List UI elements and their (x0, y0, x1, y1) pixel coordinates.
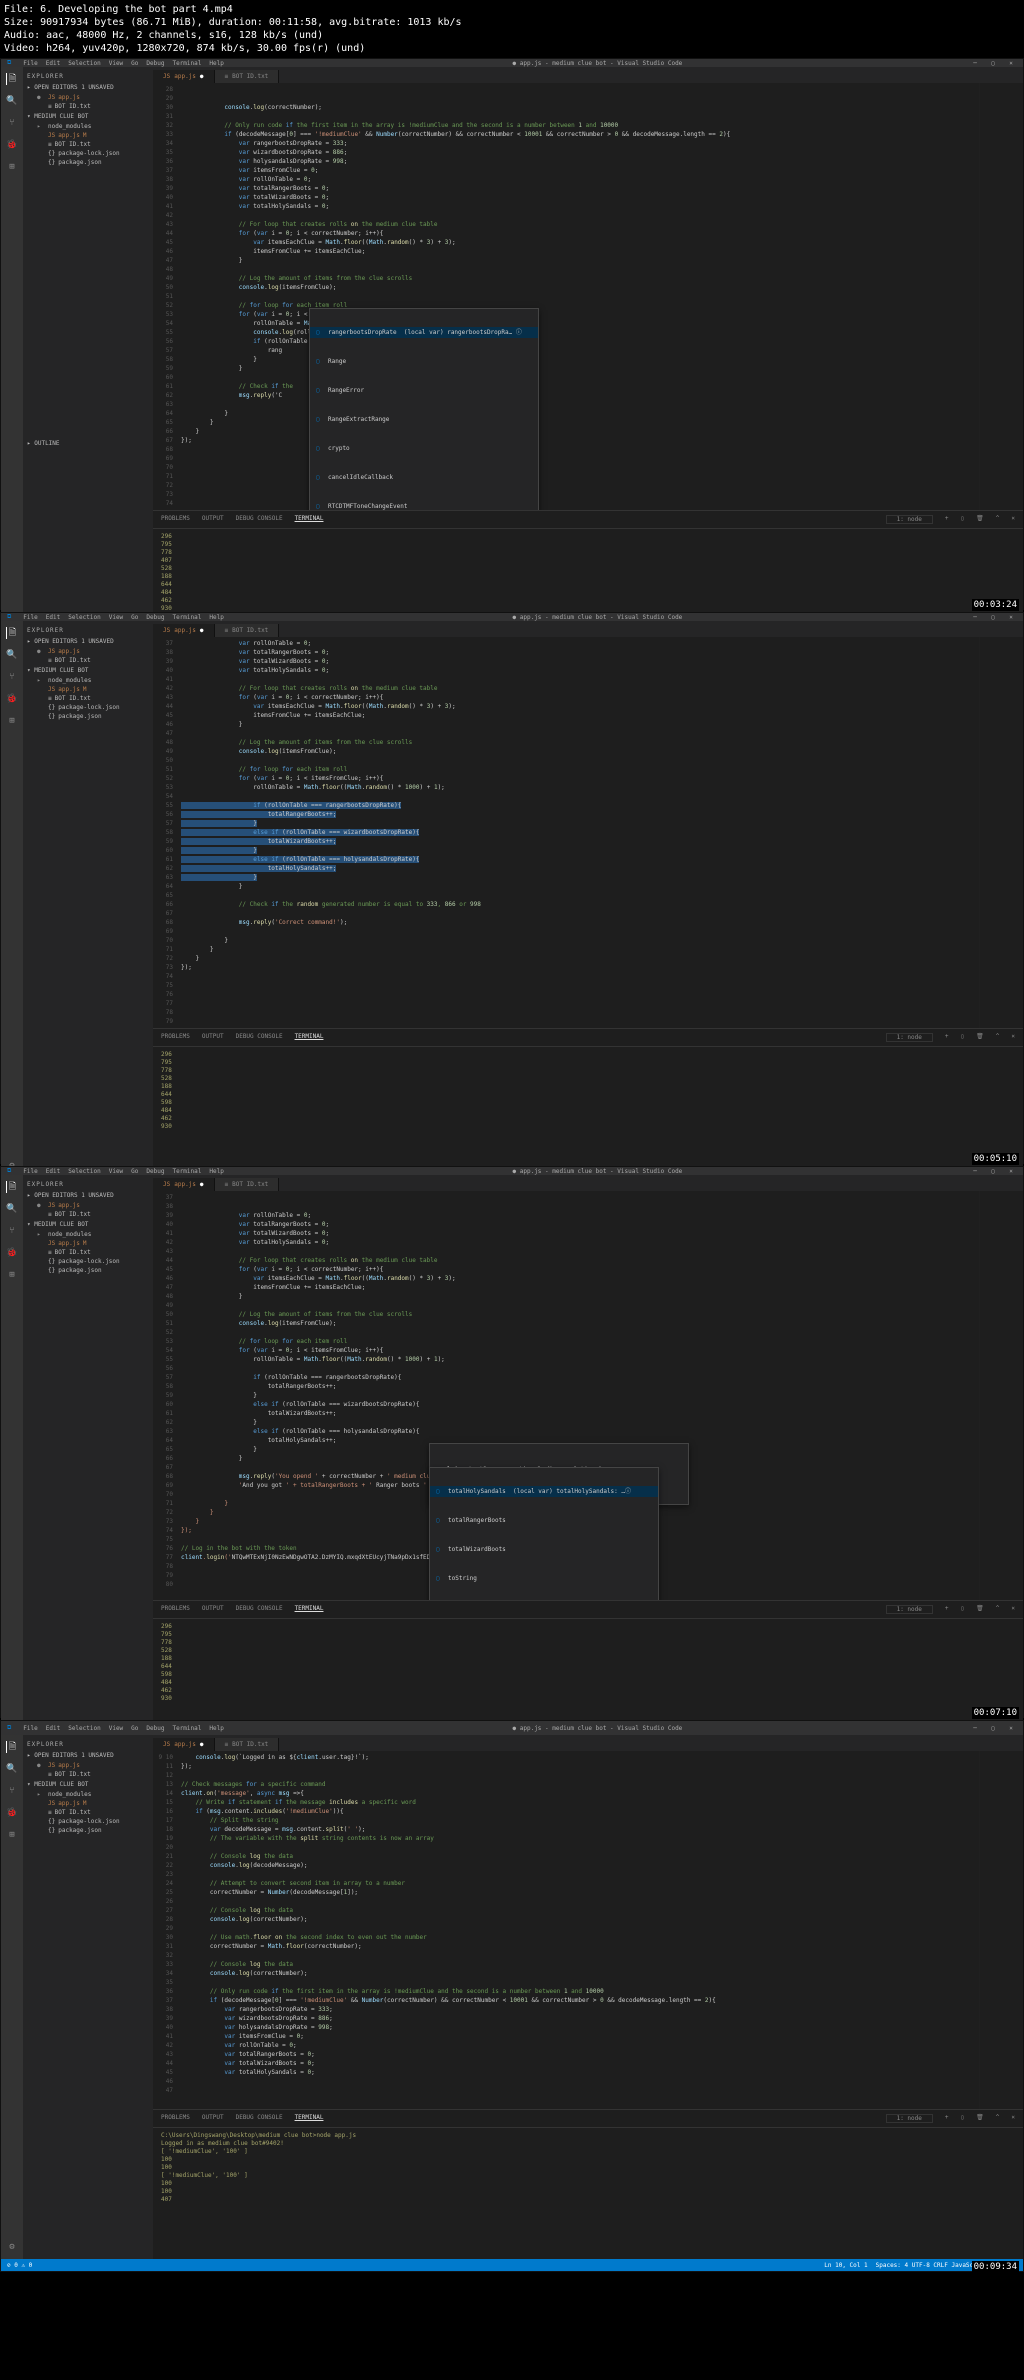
explorer-icon[interactable]: 🗎 (6, 73, 18, 85)
close-panel-icon[interactable]: × (1011, 515, 1015, 524)
activity-bar: 🗎 🔍 ⑂ 🐞 ⊞ ⚙ (1, 67, 23, 660)
autocomplete-item[interactable]: ▢Range (310, 356, 538, 367)
panel-terminal[interactable]: TERMINAL (295, 515, 324, 524)
autocomplete-item[interactable]: ▢rangerbootsDropRate (local var) rangerb… (310, 327, 538, 338)
kill-terminal-icon[interactable]: 🗑 (976, 515, 984, 524)
timestamp: 00:09:34 (972, 2261, 1019, 2273)
code-editor[interactable]: 37 38 39 40 41 42 43 44 45 46 47 48 49 5… (153, 637, 1023, 1028)
menu-edit[interactable]: Edit (46, 60, 60, 67)
maximize-button[interactable]: ▢ (989, 60, 997, 67)
extensions-icon[interactable]: ⊞ (6, 1269, 18, 1281)
explorer-icon[interactable]: 🗎 (6, 627, 18, 639)
autocomplete-item[interactable]: ▢RangeError (310, 385, 538, 396)
panel-debug[interactable]: DEBUG CONSOLE (236, 515, 283, 524)
meta-block: File: 6. Developing the bot part 4.mp4 S… (0, 0, 1024, 58)
source-control-icon[interactable]: ⑂ (6, 117, 18, 129)
explorer-icon[interactable]: 🗎 (6, 1181, 18, 1193)
extensions-icon[interactable]: ⊞ (6, 1829, 18, 1841)
source-control-icon[interactable]: ⑂ (6, 1225, 18, 1237)
tab-botid[interactable]: ≡ BOT ID.txt (215, 70, 280, 83)
minimize-button[interactable]: ─ (971, 60, 979, 67)
timestamp: 00:03:24 (972, 599, 1019, 611)
source-control-icon[interactable]: ⑂ (6, 1785, 18, 1797)
menu-view[interactable]: View (109, 60, 123, 67)
timestamp: 00:05:10 (972, 1153, 1019, 1165)
menu-file[interactable]: File (23, 60, 37, 67)
editor-group: JS app.js ● ≡ BOT ID.txt 28 29 30 31 32 … (153, 67, 1023, 660)
autocomplete-item[interactable]: ▢totalHolySandals (local var) totalHolyS… (430, 1486, 658, 1497)
js-icon: JS (48, 94, 55, 101)
minimap[interactable] (979, 1191, 1023, 1600)
minimap[interactable] (979, 637, 1023, 1028)
code-editor[interactable]: 37 38 39 40 41 42 43 44 45 46 47 48 49 5… (153, 1191, 1023, 1600)
debug-icon[interactable]: 🐞 (6, 139, 18, 151)
gutter: 28 29 30 31 32 33 34 35 36 37 38 39 40 4… (153, 83, 179, 510)
explorer-icon[interactable]: 🗎 (6, 1741, 18, 1753)
panel-problems[interactable]: PROBLEMS (161, 515, 190, 524)
menu-go[interactable]: Go (131, 60, 138, 67)
autocomplete-item[interactable]: ▢RTCDTMFToneChangeEvent (310, 501, 538, 510)
file-appjs[interactable]: JS app.js M (27, 131, 149, 140)
code-lines[interactable]: console.log(correctNumber); // Only run … (179, 83, 979, 510)
search-icon[interactable]: 🔍 (6, 95, 18, 107)
menu-terminal[interactable]: Terminal (172, 60, 201, 67)
file-package-json[interactable]: {} package.json (27, 158, 149, 167)
menubar: File Edit Selection View Go Debug Termin… (17, 60, 224, 67)
window-title: ● app.js - medium clue bot - Visual Stud… (224, 60, 971, 67)
open-editor-appjs[interactable]: ●JS app.js (27, 93, 149, 102)
vscode-window-2: ⧉ FileEditSelectionViewGoDebugTerminalHe… (0, 612, 1024, 1164)
minimap[interactable] (979, 83, 1023, 510)
intellisense-popup[interactable]: ▢totalHolySandals (local var) totalHolyS… (429, 1467, 659, 1600)
debug-icon[interactable]: 🐞 (6, 1247, 18, 1259)
timestamp: 00:07:10 (972, 1707, 1019, 1719)
text-icon: ≡ (48, 103, 52, 110)
menu-selection[interactable]: Selection (68, 60, 101, 67)
folder-section[interactable]: ▾ MEDIUM CLUE BOT (27, 111, 149, 122)
outline-section[interactable]: ▸ OUTLINE (27, 438, 60, 449)
terminal-output[interactable]: C:\Users\Dingswang\Desktop\medium clue b… (153, 2128, 1023, 2259)
extensions-icon[interactable]: ⊞ (6, 161, 18, 173)
search-icon[interactable]: 🔍 (6, 649, 18, 661)
menu-debug[interactable]: Debug (146, 60, 164, 67)
file-botid[interactable]: ≡ BOT ID.txt (27, 140, 149, 149)
open-editor-botid[interactable]: ≡ BOT ID.txt (27, 102, 149, 111)
titlebar: ⧉ File Edit Selection View Go Debug Term… (1, 59, 1023, 67)
autocomplete-item[interactable]: ▢crypto (310, 443, 538, 454)
open-editors-section[interactable]: ▸ OPEN EDITORS 1 UNSAVED (27, 82, 149, 93)
menu-help[interactable]: Help (209, 60, 223, 67)
tab-appjs[interactable]: JS app.js ● (153, 70, 215, 83)
sidebar: EXPLORER ▸ OPEN EDITORS 1 UNSAVED ●JS ap… (23, 67, 153, 660)
terminal-output[interactable]: 296 795 778 528 188 644 598 484 462 930 (153, 1047, 1023, 1178)
menu-file[interactable]: File (23, 614, 37, 621)
source-control-icon[interactable]: ⑂ (6, 671, 18, 683)
file-package-lock[interactable]: {} package-lock.json (27, 149, 149, 158)
new-terminal-icon[interactable]: + (945, 515, 949, 524)
explorer-header: EXPLORER (27, 71, 149, 82)
search-icon[interactable]: 🔍 (6, 1763, 18, 1775)
close-button[interactable]: × (1007, 60, 1015, 67)
code-editor[interactable]: 9 10 11 12 13 14 15 16 17 18 19 20 21 22… (153, 1751, 1023, 2109)
panel-output[interactable]: OUTPUT (202, 515, 224, 524)
terminal-selector[interactable]: 1: node (886, 515, 933, 524)
extensions-icon[interactable]: ⊞ (6, 715, 18, 727)
debug-icon[interactable]: 🐞 (6, 1807, 18, 1819)
file-node-modules[interactable]: ▸ node_modules (27, 122, 149, 131)
debug-icon[interactable]: 🐞 (6, 693, 18, 705)
maximize-panel-icon[interactable]: ^ (996, 515, 1000, 524)
vscode-window-3: ⧉ FileEditSelectionViewGoDebugTerminalHe… (0, 1166, 1024, 1718)
intellisense-popup[interactable]: ▢rangerbootsDropRate (local var) rangerb… (309, 308, 539, 510)
autocomplete-item[interactable]: ▢cancelIdleCallback (310, 472, 538, 483)
search-icon[interactable]: 🔍 (6, 1203, 18, 1215)
autocomplete-item[interactable]: ▢RangeExtractRange (310, 414, 538, 425)
app-icon: ⧉ (1, 59, 17, 67)
gear-icon[interactable]: ⚙ (6, 2241, 18, 2253)
code-editor[interactable]: 28 29 30 31 32 33 34 35 36 37 38 39 40 4… (153, 83, 1023, 510)
split-terminal-icon[interactable]: ▯ (961, 515, 965, 524)
vscode-window-4: ⧉ FileEditSelectionViewGoDebugTerminalHe… (0, 1720, 1024, 2272)
vscode-window-1: ⧉ File Edit Selection View Go Debug Term… (0, 58, 1024, 610)
tab-bar: JS app.js ● ≡ BOT ID.txt (153, 67, 1023, 83)
minimap[interactable] (979, 1751, 1023, 2109)
